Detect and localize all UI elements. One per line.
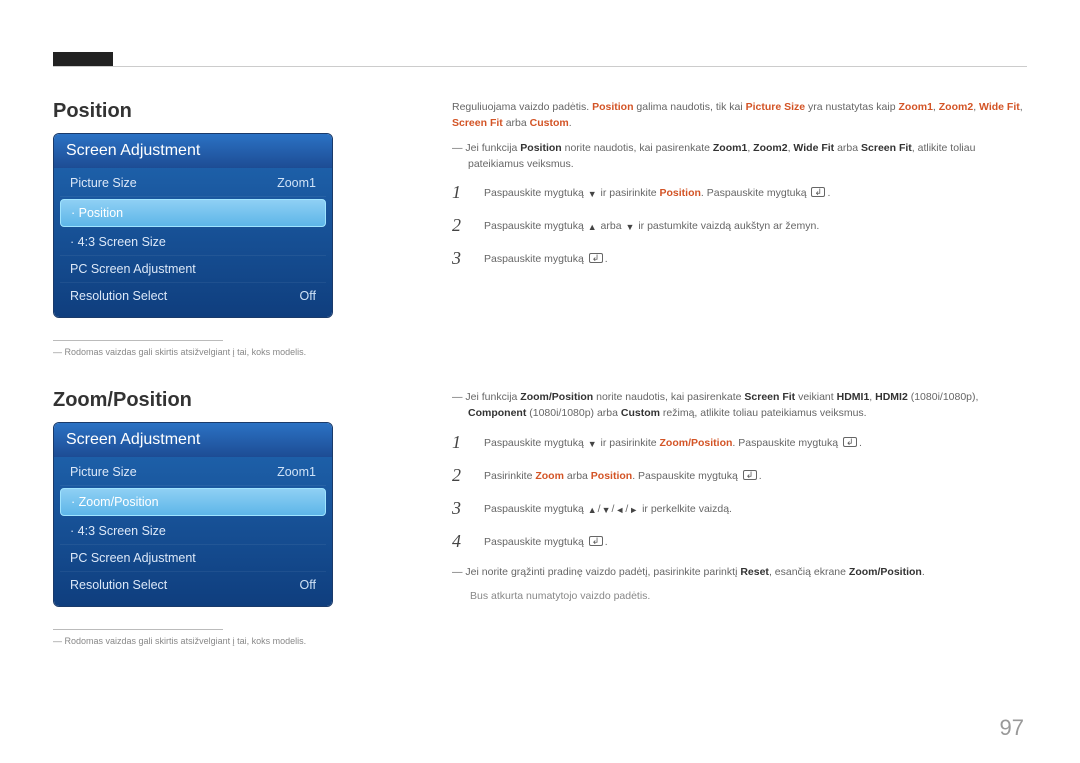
menu-row-pc-adjust[interactable]: PC Screen Adjustment [60,256,326,283]
menu-label: Position [71,206,123,220]
step-2: 2 Paspauskite mygtuką ▲ arba ▼ ir pastum… [452,215,1027,236]
menu-value: Zoom1 [277,465,316,479]
step-text: Paspauskite mygtuką ▲/▼/◄/► ir perkelkit… [484,498,732,519]
menu-row-picture-size[interactable]: Picture Size Zoom1 [60,170,326,197]
left-column: Position Screen Adjustment Picture Size … [53,100,413,646]
menu-body: Picture Size Zoom1 Zoom/Position 4:3 Scr… [54,457,332,606]
dash-note: Jei funkcija Zoom/Position norite naudot… [452,389,1027,422]
step-number: 3 [452,498,470,519]
enter-icon [843,437,857,447]
menu-value: Zoom1 [277,176,316,190]
menu-label: 4:3 Screen Size [70,235,166,249]
step-text: Paspauskite mygtuką ▼ ir pasirinkite Zoo… [484,432,862,453]
dash-note: Jei funkcija Position norite naudotis, k… [452,140,1027,173]
step-text: Paspauskite mygtuką ▼ ir pasirinkite Pos… [484,182,830,203]
top-rule [53,66,1027,67]
menu-label: PC Screen Adjustment [70,262,196,276]
step-number: 2 [452,215,470,236]
enter-icon [589,536,603,546]
menu-label: Zoom/Position [71,495,159,509]
up-icon: ▲ [588,504,597,518]
menu-label: Resolution Select [70,578,167,592]
heading-zoom-position: Zoom/Position [53,389,413,412]
footnote-divider [53,340,223,341]
step-1: 1 Paspauskite mygtuką ▼ ir pasirinkite Z… [452,432,1027,453]
intro-paragraph: Reguliuojama vaizdo padėtis. Position ga… [452,100,1027,132]
step-number: 1 [452,182,470,203]
menu-row-position[interactable]: Position [60,199,326,227]
chapter-marker [53,52,113,66]
step-3: 3 Paspauskite mygtuką . [452,248,1027,269]
page-number: 97 [1000,715,1024,741]
step-number: 4 [452,531,470,552]
down-icon: ▼ [588,438,597,452]
menu-row-resolution[interactable]: Resolution Select Off [60,283,326,309]
enter-icon [589,253,603,263]
menu-label: Picture Size [70,176,137,190]
up-icon: ▲ [588,221,597,235]
step-number: 3 [452,248,470,269]
footnote-divider [53,629,223,630]
menu-label: PC Screen Adjustment [70,551,196,565]
steps-position: 1 Paspauskite mygtuką ▼ ir pasirinkite P… [452,182,1027,269]
step-3: 3 Paspauskite mygtuką ▲/▼/◄/► ir perkelk… [452,498,1027,519]
step-text: Paspauskite mygtuką . [484,248,608,269]
menu-row-pc-adjust[interactable]: PC Screen Adjustment [60,545,326,572]
steps-zoom-position: 1 Paspauskite mygtuką ▼ ir pasirinkite Z… [452,432,1027,552]
menu-panel-zoom-position: Screen Adjustment Picture Size Zoom1 Zoo… [53,422,333,607]
footnote-text: Rodomas vaizdas gali skirtis atsižvelgia… [53,347,413,357]
menu-row-43[interactable]: 4:3 Screen Size [60,229,326,256]
step-text: Paspauskite mygtuką . [484,531,608,552]
menu-row-picture-size[interactable]: Picture Size Zoom1 [60,459,326,486]
down-icon: ▼ [602,504,611,518]
step-4: 4 Paspauskite mygtuką . [452,531,1027,552]
right-icon: ► [629,504,638,518]
menu-row-zoom-position[interactable]: Zoom/Position [60,488,326,516]
menu-header: Screen Adjustment [54,134,332,168]
right-column: Reguliuojama vaizdo padėtis. Position ga… [452,100,1027,602]
menu-value: Off [300,289,316,303]
step-2: 2 Pasirinkite Zoom arba Position. Paspau… [452,465,1027,486]
menu-body: Picture Size Zoom1 Position 4:3 Screen S… [54,168,332,317]
menu-row-resolution[interactable]: Resolution Select Off [60,572,326,598]
heading-position: Position [53,100,413,123]
down-icon: ▼ [626,221,635,235]
step-1: 1 Paspauskite mygtuką ▼ ir pasirinkite P… [452,182,1027,203]
sub-note: Bus atkurta numatytojo vaizdo padėtis. [470,590,1027,602]
enter-icon [743,470,757,480]
dash-note-reset: Jei norite grąžinti pradinę vaizdo padėt… [452,564,1027,580]
menu-label: Picture Size [70,465,137,479]
down-icon: ▼ [588,188,597,202]
step-number: 2 [452,465,470,486]
step-number: 1 [452,432,470,453]
menu-row-43[interactable]: 4:3 Screen Size [60,518,326,545]
enter-icon [811,187,825,197]
menu-panel-position: Screen Adjustment Picture Size Zoom1 Pos… [53,133,333,318]
left-icon: ◄ [615,504,624,518]
footnote-text: Rodomas vaizdas gali skirtis atsižvelgia… [53,636,413,646]
menu-header: Screen Adjustment [54,423,332,457]
menu-value: Off [300,578,316,592]
menu-label: Resolution Select [70,289,167,303]
step-text: Pasirinkite Zoom arba Position. Paspausk… [484,465,762,486]
menu-label: 4:3 Screen Size [70,524,166,538]
step-text: Paspauskite mygtuką ▲ arba ▼ ir pastumki… [484,215,819,236]
